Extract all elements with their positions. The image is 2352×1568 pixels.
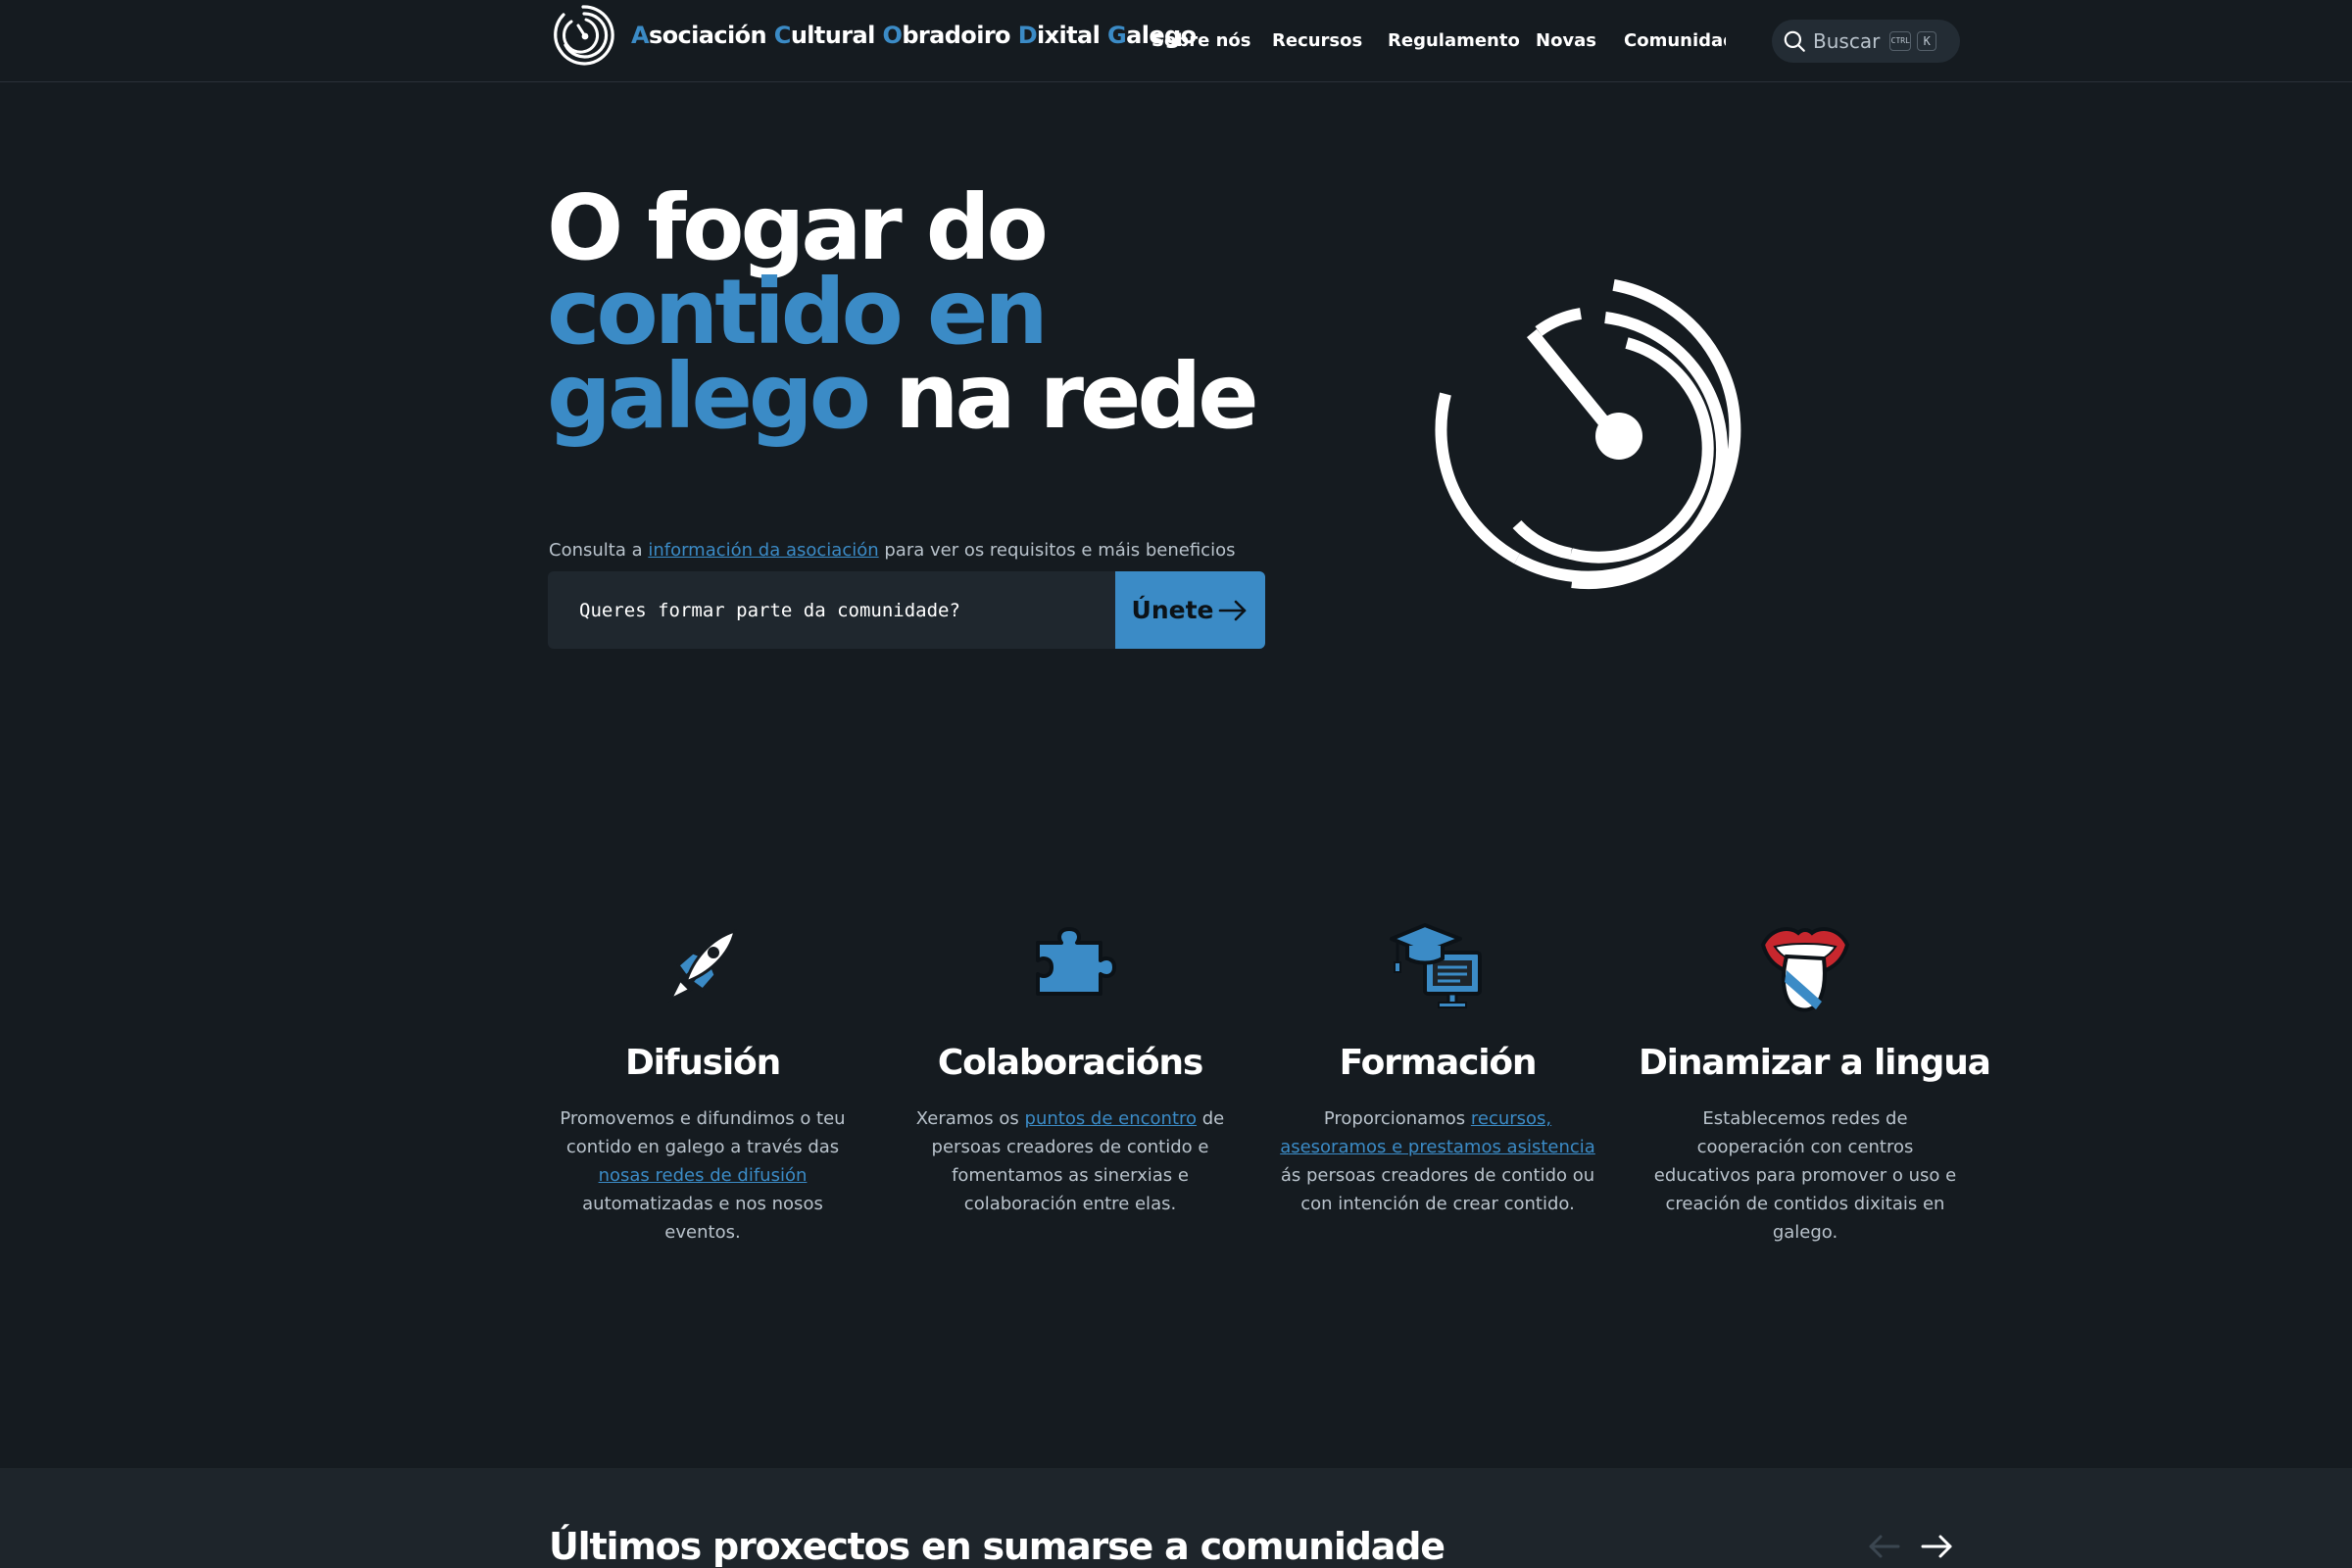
brand-word: ultural [790, 22, 883, 49]
large-logo-icon [1435, 278, 1741, 590]
feature-text: Proporcionamos [1323, 1108, 1471, 1129]
arrow-left-icon[interactable] [1865, 1527, 1904, 1566]
feature-description: Xeramos os puntos de encontro de persoas… [904, 1104, 1237, 1218]
advice-assistance-link[interactable]: asesoramos e prestamos asistencia [1280, 1137, 1595, 1157]
nav-item-sobre-nos[interactable]: Sobre nós [1152, 30, 1250, 51]
brand-word: ixital [1037, 22, 1108, 49]
join-input[interactable] [548, 571, 1116, 649]
projects-section: Últimos proxectos en sumarse a comunidad… [0, 1468, 2352, 1568]
search-icon [1784, 30, 1805, 52]
feature-text: ás persoas creadores de contido ou con i… [1280, 1165, 1595, 1214]
feature-difusion: Difusión Promovemos e difundimos o teu c… [536, 911, 869, 1247]
meeting-points-link[interactable]: puntos de encontro [1025, 1108, 1198, 1129]
hero-title-line: na rede [866, 344, 1259, 449]
feature-description: Promovemos e difundimos o teu contido en… [536, 1104, 869, 1247]
nav-item-recursos[interactable]: Recursos [1272, 30, 1362, 51]
hero-note-text: para ver os requisitos e máis beneficios [878, 540, 1236, 561]
join-button-label: Únete [1131, 596, 1214, 624]
diffusion-networks-link[interactable]: nosas redes de difusión [599, 1165, 808, 1186]
brand-initial: O [882, 22, 903, 49]
graduation-cap-icon [1390, 923, 1482, 1008]
feature-text: automatizadas e nos nosos eventos. [582, 1194, 823, 1243]
nav-item-regulamento[interactable]: Regulamento [1388, 30, 1520, 51]
feature-dinamizar-lingua: Dinamizar a lingua Establecemos redes de… [1639, 911, 1991, 1247]
logo-icon[interactable] [552, 4, 614, 67]
nav-item-novas[interactable]: Novas [1536, 30, 1596, 51]
brand-word: sociación [648, 22, 774, 49]
feature-colaboracions: Colaboracións Xeramos os puntos de encon… [904, 911, 1237, 1218]
brand-word: bradoiro [902, 22, 1018, 49]
arrow-right-icon[interactable] [1917, 1527, 1956, 1566]
feature-description: Establecemos redes de cooperación con ce… [1639, 1104, 1972, 1247]
brand-name[interactable]: Asociación Cultural Obradoiro Dixital Ga… [631, 22, 1197, 49]
feature-title: Formación [1339, 1043, 1538, 1083]
brand-initial: D [1017, 22, 1038, 49]
nav-item-comunidade[interactable]: Comunidade [1624, 30, 1726, 51]
arrow-right-icon [1219, 600, 1247, 620]
join-form: Únete [548, 571, 1265, 649]
feature-title: Colaboracións [937, 1043, 1203, 1083]
resources-link[interactable]: recursos, [1471, 1108, 1551, 1129]
hero-note-text: Consulta a [549, 540, 649, 561]
hero-note: Consulta a información da asociación par… [549, 540, 1235, 561]
puzzle-icon [1036, 927, 1116, 996]
rocket-icon [666, 928, 738, 1004]
join-button[interactable]: Únete [1115, 571, 1265, 649]
projects-title: Últimos proxectos en sumarse a comunidad… [549, 1525, 1446, 1568]
brand-initial: C [773, 22, 792, 49]
association-info-link[interactable]: información da asociación [648, 540, 878, 561]
feature-title: Difusión [624, 1043, 781, 1083]
feature-text: Promovemos e difundimos o teu contido en… [560, 1108, 846, 1157]
site-header: Asociación Cultural Obradoiro Dixital Ga… [0, 0, 2352, 82]
search-button[interactable]: Buscar CTRL K [1772, 20, 1960, 63]
feature-text: Establecemos redes de cooperación con ce… [1653, 1108, 1957, 1243]
kbd-ctrl: CTRL [1889, 31, 1912, 51]
feature-title: Dinamizar a lingua [1639, 1043, 1991, 1083]
search-label: Buscar [1813, 29, 1881, 53]
brand-initial: A [631, 22, 650, 49]
kbd-k: K [1917, 31, 1937, 51]
feature-text: Xeramos os [915, 1108, 1025, 1129]
brand-initial: G [1107, 22, 1127, 49]
feature-description: Proporcionamos recursos, asesoramos e pr… [1271, 1104, 1604, 1218]
hero-title-accent: galego [547, 344, 871, 449]
hero-title: O fogar do contido en galego na rede [547, 183, 1331, 442]
feature-formacion: Formación Proporcionamos recursos, aseso… [1271, 911, 1604, 1218]
galician-tongue-icon [1760, 927, 1850, 1012]
